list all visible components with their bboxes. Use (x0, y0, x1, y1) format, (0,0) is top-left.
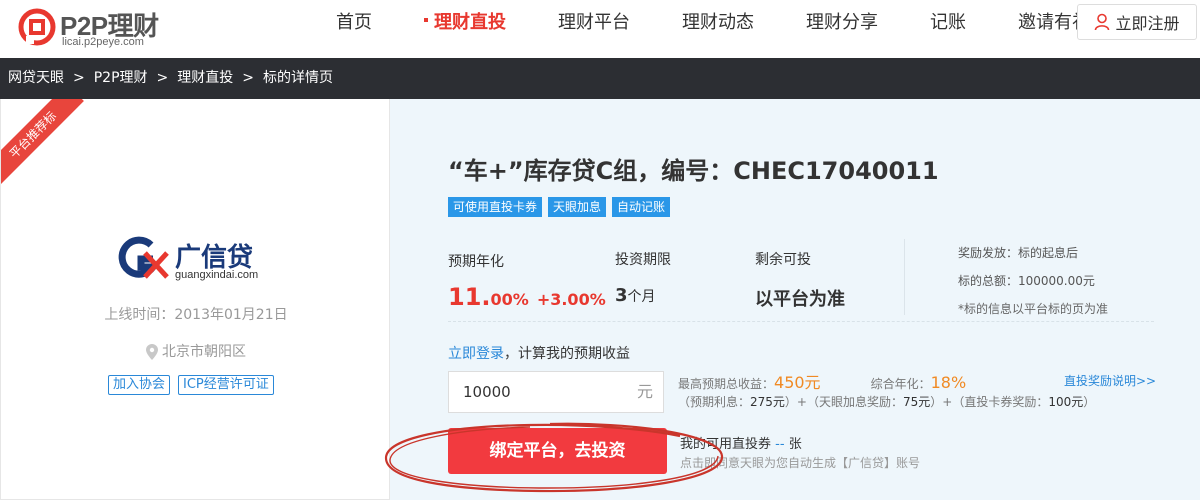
product-title: “车+”库存贷C组，编号：CHEC17040011 (448, 157, 939, 185)
nav-item-share[interactable]: 理财分享 (780, 0, 904, 46)
nav-label: 首页 (336, 12, 372, 33)
platform-tags: 加入协会 ICP经营许可证 (108, 375, 274, 395)
rate-decimal: 00% (490, 290, 529, 309)
login-prompt: 立即登录，计算我的预期收益 (448, 343, 630, 363)
total-amount: 标的总额：100000.00元 (958, 274, 1095, 288)
term-unit: 个月 (627, 289, 656, 305)
breadcrumb: 网贷天眼 > P2P理财 > 理财直投 > 标的详情页 (0, 58, 1200, 99)
annual-rate-value: 18% (930, 373, 967, 392)
rate-integer: 11. (448, 283, 491, 311)
breakdown-text: ） (1083, 395, 1096, 409)
breakdown-text: ）+（直投卡券奖励： (930, 395, 1049, 409)
breadcrumb-current: 标的详情页 (263, 70, 333, 86)
p2peye-logo-icon (18, 8, 56, 46)
bind-invest-button[interactable]: 绑定平台，去投资 (448, 428, 667, 474)
breadcrumb-item[interactable]: P2P理财 (94, 70, 148, 86)
association-tag[interactable]: 加入协会 (108, 375, 171, 395)
breadcrumb-separator: > (156, 70, 169, 86)
rate-bonus: +3.00% (536, 290, 606, 309)
remain-text: 以平台为准 (755, 289, 845, 310)
max-earnings-label: 最高预期总收益： (678, 377, 775, 391)
active-dot-icon (424, 18, 428, 22)
guangxindai-logo-icon (118, 236, 169, 279)
nav-label: 理财分享 (806, 12, 878, 33)
top-header: P2P理财 licai.p2peye.com 首页 理财直投 理财平台 理财动态… (0, 0, 1200, 58)
register-button[interactable]: 立即注册 (1077, 4, 1197, 40)
platform-card: 平台推荐标 广信贷 guangxindai.com 上线时间：2013年01月2… (0, 99, 390, 500)
breadcrumb-item[interactable]: 理财直投 (177, 70, 233, 86)
login-link[interactable]: 立即登录 (448, 346, 504, 362)
nav-item-platforms[interactable]: 理财平台 (532, 0, 656, 46)
nav-label: 记账 (930, 12, 966, 33)
platform-domain: guangxindai.com (175, 269, 259, 281)
voucher-tag: 可使用直投卡券 (448, 197, 543, 217)
nav-item-bookkeeping[interactable]: 记账 (904, 0, 992, 46)
remain-value: 以平台为准 (755, 285, 845, 311)
nav-item-news[interactable]: 理财动态 (656, 0, 780, 46)
location-pin-icon (146, 344, 158, 360)
user-icon (1095, 13, 1110, 31)
term-value: 3个月 (615, 285, 671, 306)
expected-rate: 预期年化 11.00% +3.00% (448, 251, 606, 311)
nav-item-home[interactable]: 首页 (310, 0, 398, 46)
breadcrumb-item[interactable]: 网贷天眼 (8, 70, 64, 86)
auto-bookkeeping-tag: 自动记账 (612, 197, 671, 217)
breadcrumb-separator: > (73, 70, 85, 86)
product-tags: 可使用直投卡券 天眼加息 自动记账 (448, 197, 671, 217)
annual-rate-label: 综合年化： (870, 377, 931, 391)
amount-input[interactable]: 10000 元 (448, 371, 664, 413)
nav-label: 理财动态 (682, 12, 754, 33)
online-time: 上线时间：2013年01月21日 (104, 307, 288, 323)
product-panel: “车+”库存贷C组，编号：CHEC17040011 可使用直投卡券 天眼加息 自… (390, 99, 1200, 500)
invest-term: 投资期限 3个月 (615, 249, 671, 306)
login-prompt-text: ，计算我的预期收益 (504, 346, 630, 362)
info-note: *标的信息以平台标的页为准 (958, 302, 1109, 316)
rate-boost-tag: 天眼加息 (548, 197, 607, 217)
remain-label: 剩余可投 (755, 252, 811, 268)
register-label: 立即注册 (1115, 14, 1180, 33)
reward-timing: 奖励发放：标的起息后 (958, 246, 1079, 260)
award-explanation-link[interactable]: 直投奖励说明>> (1064, 372, 1156, 389)
term-label: 投资期限 (615, 252, 671, 268)
product-info: 奖励发放：标的起息后 标的总额：100000.00元 *标的信息以平台标的页为准 (958, 239, 1108, 323)
location-text: 北京市朝阳区 (162, 344, 246, 360)
platform-logo[interactable]: 广信贷 guangxindai.com (117, 235, 277, 285)
ticket-unit: 张 (788, 437, 802, 452)
voucher-value: 100元 (1048, 395, 1084, 409)
amount-unit: 元 (636, 382, 653, 401)
ticket-count[interactable]: -- (775, 437, 784, 452)
term-number: 3 (615, 285, 628, 306)
rate-label: 预期年化 (448, 254, 504, 270)
available-tickets: 我的可用直投券 -- 张 (680, 433, 802, 452)
interest-value: 275元 (750, 395, 785, 409)
site-logo[interactable]: P2P理财 licai.p2peye.com (18, 6, 188, 50)
logo-subtitle: licai.p2peye.com (62, 36, 144, 48)
stat-divider (904, 239, 905, 315)
remaining-amount: 剩余可投 以平台为准 (755, 249, 845, 311)
recommend-ribbon: 平台推荐标 (1, 99, 84, 186)
breakdown-text: （预期利息： (678, 395, 751, 409)
section-divider (448, 321, 1154, 322)
amount-value: 10000 (463, 383, 511, 401)
ticket-label: 我的可用直投券 (680, 437, 772, 452)
expected-earnings: 最高预期总收益：450元 综合年化：18% (678, 369, 966, 393)
bonus-value: 75元 (902, 395, 931, 409)
breadcrumb-separator: > (242, 70, 254, 86)
nav-label: 理财平台 (558, 12, 630, 33)
rate-value: 11.00% +3.00% (448, 283, 606, 311)
auto-account-note: 点击即同意天眼为您自动生成【广信贷】账号 (680, 456, 921, 470)
icp-license-tag[interactable]: ICP经营许可证 (178, 375, 274, 395)
nav-item-direct-invest[interactable]: 理财直投 (398, 0, 532, 46)
nav-label: 理财直投 (434, 12, 506, 33)
platform-location: 北京市朝阳区 (1, 341, 389, 361)
main-nav: 首页 理财直投 理财平台 理财动态 理财分享 记账 邀请有礼new (310, 0, 1116, 46)
max-earnings-value: 450元 (774, 373, 821, 392)
earnings-breakdown: （预期利息：275元）+（天眼加息奖励：75元）+（直投卡券奖励：100元） (678, 393, 1095, 410)
breakdown-text: ）+（天眼加息奖励： (784, 395, 903, 409)
